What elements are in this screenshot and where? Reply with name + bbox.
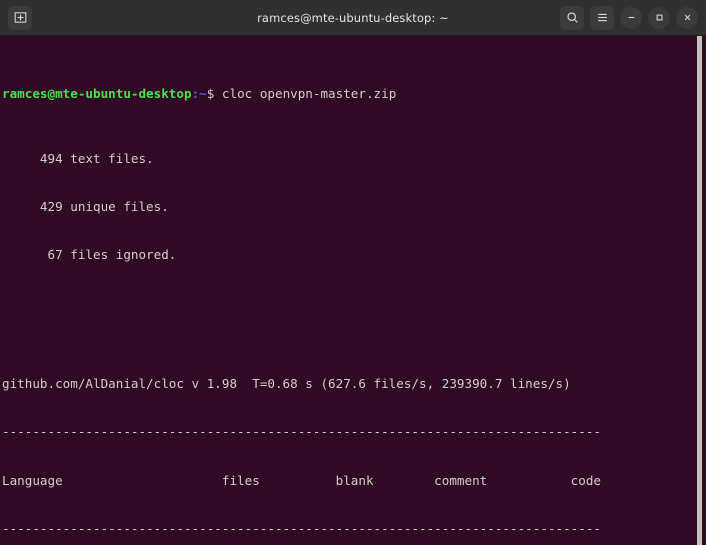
- close-icon[interactable]: [676, 6, 698, 29]
- separator-under-header: ----------------------------------------…: [2, 520, 601, 536]
- search-icon[interactable]: [560, 5, 584, 30]
- terminal-window: ramces@mte-ubuntu-desktop: ~ ramces@mte-…: [0, 0, 706, 545]
- scrollbar[interactable]: [692, 36, 706, 545]
- hamburger-menu-icon[interactable]: [590, 5, 614, 30]
- table-header-row: Language files blank comment code: [2, 472, 601, 488]
- maximize-icon[interactable]: [648, 6, 670, 29]
- cloc-version-line: github.com/AlDanial/cloc v 1.98 T=0.68 s…: [2, 375, 571, 391]
- summary-line-unique-files: 429 unique files.: [2, 198, 169, 214]
- minimize-icon[interactable]: [620, 6, 642, 29]
- command-text: cloc openvpn-master.zip: [221, 86, 397, 102]
- summary-line-files-ignored: 67 files ignored.: [2, 247, 177, 263]
- command-prompt-line: ramces@mte-ubuntu-desktop:~$ cloc openvp…: [2, 86, 706, 102]
- terminal-screen[interactable]: ramces@mte-ubuntu-desktop:~$ cloc openvp…: [2, 38, 706, 545]
- prompt-path: :~: [191, 86, 207, 102]
- prompt-user-host: ramces@mte-ubuntu-desktop: [2, 86, 192, 102]
- scrollbar-thumb[interactable]: [697, 36, 702, 545]
- titlebar: ramces@mte-ubuntu-desktop: ~: [0, 0, 706, 36]
- titlebar-right-buttons: [560, 5, 706, 30]
- new-tab-icon[interactable]: [8, 5, 32, 30]
- prompt-symbol: $: [206, 86, 222, 102]
- summary-line-text-files: 494 text files.: [2, 150, 154, 166]
- separator-top: ----------------------------------------…: [2, 424, 601, 440]
- titlebar-left-buttons: [0, 5, 32, 30]
- terminal-body[interactable]: ramces@mte-ubuntu-desktop:~$ cloc openvp…: [0, 36, 706, 545]
